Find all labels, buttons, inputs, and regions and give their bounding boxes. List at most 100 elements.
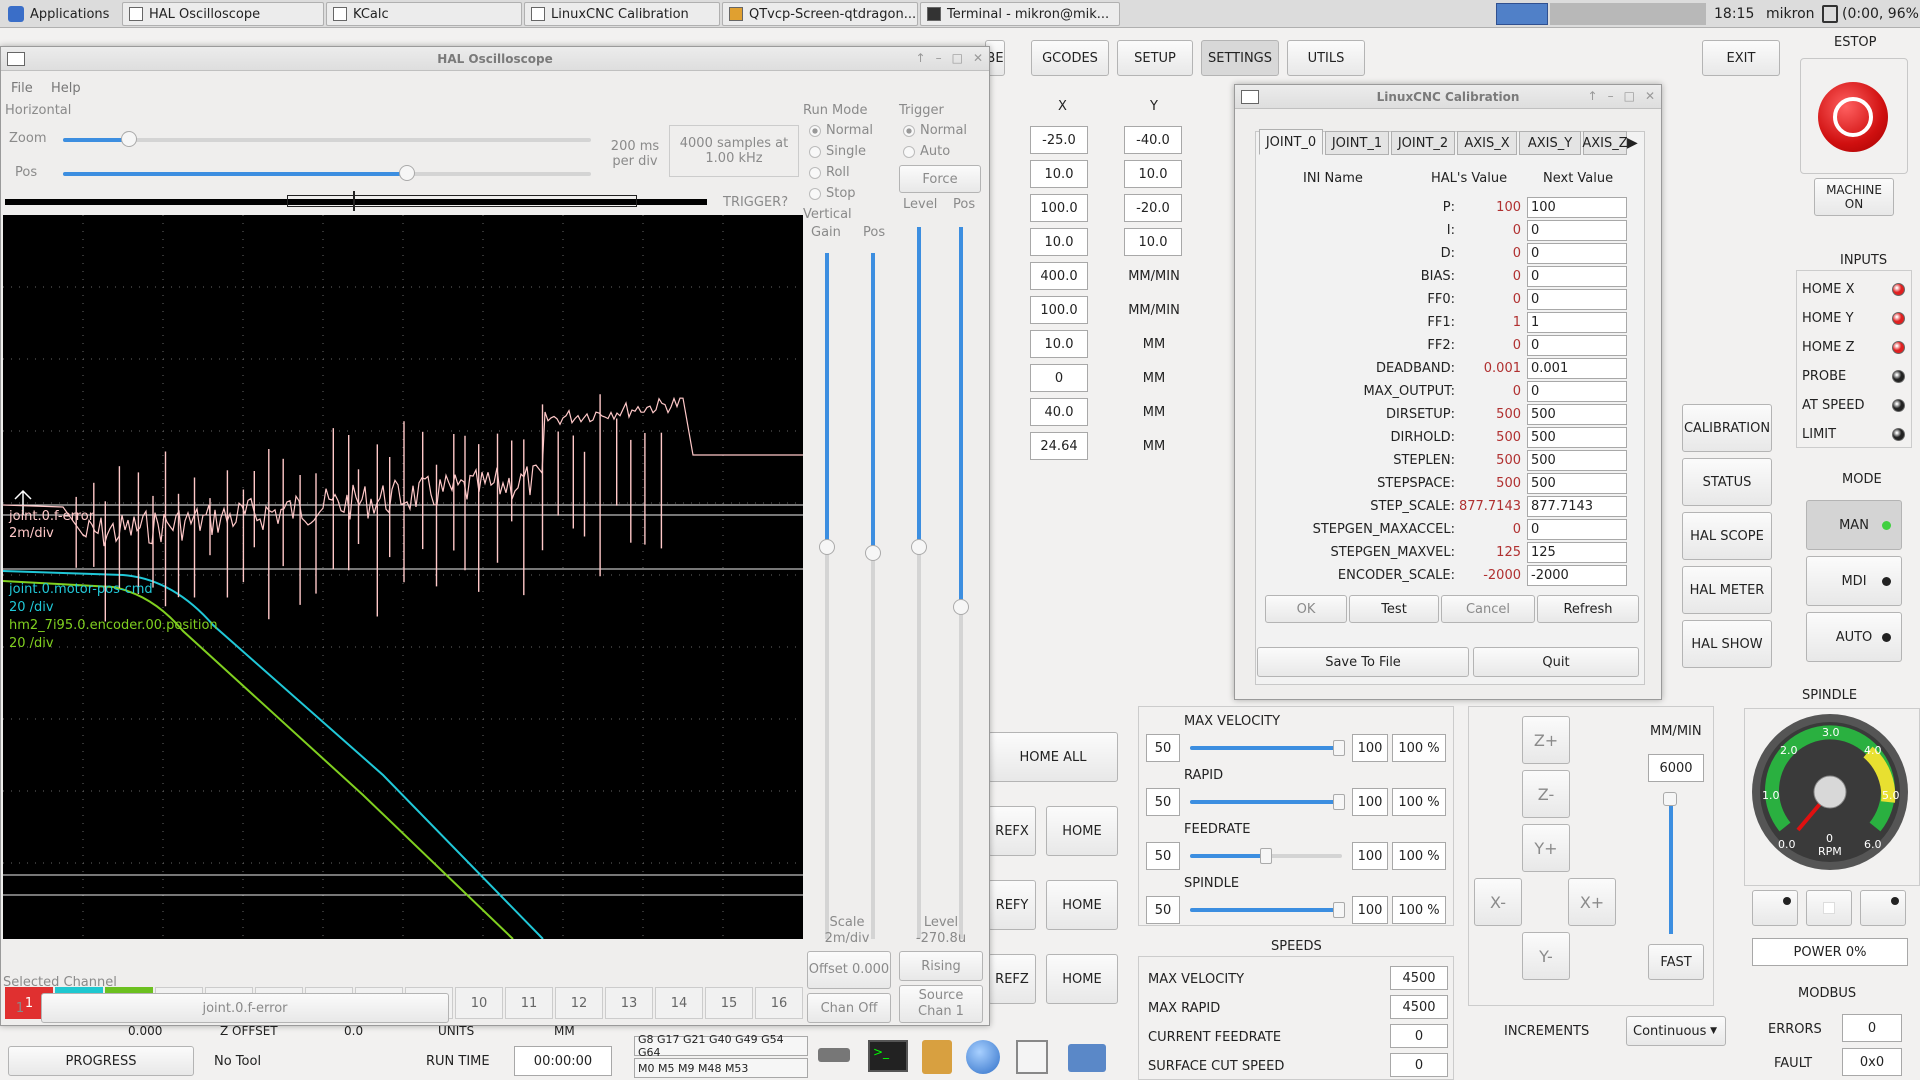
pos-slider[interactable]: [63, 172, 409, 176]
cal-next-value-input[interactable]: 100: [1527, 197, 1627, 218]
jog-z-plus-button[interactable]: Z+: [1522, 716, 1570, 764]
run-mode-normal[interactable]: Normal: [809, 123, 873, 138]
selected-channel-name[interactable]: joint.0.f-error: [41, 993, 449, 1023]
cal-next-value-input[interactable]: 877.7143: [1527, 496, 1627, 517]
estop-button[interactable]: [1818, 82, 1888, 152]
cal-next-value-input[interactable]: 0: [1527, 335, 1627, 356]
refz-button[interactable]: REFZ: [988, 954, 1036, 1004]
gain-slider[interactable]: [825, 253, 829, 545]
home-y-button[interactable]: HOME: [1046, 880, 1118, 930]
terminal-icon[interactable]: >_: [868, 1040, 908, 1072]
jog-x-plus-button[interactable]: X+: [1568, 878, 1616, 926]
cal-next-value-input[interactable]: 1: [1527, 312, 1627, 333]
clock[interactable]: 18:15: [1714, 6, 1754, 22]
save-to-file-button[interactable]: Save To File: [1257, 647, 1469, 677]
jog-y-minus-button[interactable]: Y-: [1522, 932, 1570, 980]
force-button[interactable]: Force: [899, 165, 981, 193]
workspace-switcher[interactable]: [1496, 3, 1548, 25]
home-z-button[interactable]: HOME: [1046, 954, 1118, 1004]
override-handle[interactable]: [1260, 848, 1272, 864]
spindle-stop-button[interactable]: [1806, 890, 1852, 926]
cancel-button[interactable]: Cancel: [1441, 595, 1535, 623]
tpos-handle[interactable]: [953, 599, 969, 615]
machine-on-button[interactable]: MACHINE ON: [1814, 178, 1894, 216]
setting-x-field[interactable]: 10.0: [1030, 330, 1088, 358]
setting-x-field[interactable]: 10.0: [1030, 228, 1088, 256]
cal-next-value-input[interactable]: 125: [1527, 542, 1627, 563]
spindle-fwd-button[interactable]: [1860, 890, 1906, 926]
channel-button[interactable]: 16: [755, 987, 803, 1019]
zoom-handle[interactable]: [121, 131, 137, 147]
jog-y-plus-button[interactable]: Y+: [1522, 824, 1570, 872]
cal-next-value-input[interactable]: 0: [1527, 381, 1627, 402]
cal-next-value-input[interactable]: 0: [1527, 243, 1627, 264]
run-mode-roll[interactable]: Roll: [809, 165, 850, 180]
side-button-hal-scope[interactable]: HAL SCOPE: [1682, 512, 1772, 560]
refresh-button[interactable]: Refresh: [1537, 595, 1639, 623]
cal-tab[interactable]: JOINT_0: [1259, 129, 1323, 155]
override-handle[interactable]: [1333, 794, 1345, 810]
setting-y-field[interactable]: 10.0: [1124, 228, 1182, 256]
setting-x-field[interactable]: 100.0: [1030, 194, 1088, 222]
tab-gcodes[interactable]: GCODES: [1031, 40, 1109, 76]
override-slider[interactable]: [1190, 908, 1339, 912]
source-button[interactable]: Source Chan 1: [899, 985, 983, 1023]
task-qtvcp-screen[interactable]: QTvcp-Screen-qtdragon...: [722, 2, 918, 26]
increments-select[interactable]: Continuous ▼: [1626, 1016, 1726, 1046]
tab-utils[interactable]: UTILS: [1287, 40, 1365, 76]
minimize-icon[interactable]: –: [1608, 89, 1614, 103]
cal-next-value-input[interactable]: 0: [1527, 519, 1627, 540]
task-linuxcnc-calibration[interactable]: LinuxCNC Calibration: [524, 2, 720, 26]
search-file-icon[interactable]: [1016, 1040, 1048, 1074]
tab-settings[interactable]: SETTINGS: [1201, 40, 1279, 76]
vpos-slider[interactable]: [871, 253, 875, 551]
task-hal-oscilloscope[interactable]: HAL Oscilloscope: [122, 2, 324, 26]
window-menu-icon[interactable]: [1241, 90, 1259, 104]
jog-x-minus-button[interactable]: X-: [1474, 878, 1522, 926]
applications-menu[interactable]: Applications: [2, 2, 120, 26]
close-icon[interactable]: ✕: [1645, 89, 1655, 103]
maximize-icon[interactable]: □: [952, 51, 963, 65]
cal-next-value-input[interactable]: 500: [1527, 450, 1627, 471]
setting-x-field[interactable]: 10.0: [1030, 160, 1088, 188]
cal-next-value-input[interactable]: 0.001: [1527, 358, 1627, 379]
cal-next-value-input[interactable]: 0: [1527, 220, 1627, 241]
offset-button[interactable]: Offset 0.000: [807, 951, 891, 989]
trigger-normal[interactable]: Normal: [903, 123, 967, 138]
mode-man-button[interactable]: MAN: [1806, 500, 1902, 550]
tpos-slider[interactable]: [959, 227, 963, 605]
task-kcalc[interactable]: KCalc: [326, 2, 522, 26]
mode-mdi-button[interactable]: MDI: [1806, 556, 1902, 606]
mode-auto-button[interactable]: AUTO: [1806, 612, 1902, 662]
exit-button[interactable]: EXIT: [1702, 40, 1780, 76]
setting-y-field[interactable]: 10.0: [1124, 160, 1182, 188]
setting-y-field[interactable]: -40.0: [1124, 126, 1182, 154]
channel-button[interactable]: 10: [455, 987, 503, 1019]
setting-x-field[interactable]: 40.0: [1030, 398, 1088, 426]
chan-off-button[interactable]: Chan Off: [807, 993, 891, 1023]
tab-scroll-right-icon[interactable]: ▶: [1627, 135, 1638, 151]
override-handle[interactable]: [1333, 902, 1345, 918]
maximize-icon[interactable]: □: [1624, 89, 1635, 103]
spindle-rev-button[interactable]: [1752, 890, 1798, 926]
cal-next-value-input[interactable]: -2000: [1527, 565, 1627, 586]
test-button[interactable]: Test: [1349, 595, 1439, 623]
setting-y-field[interactable]: -20.0: [1124, 194, 1182, 222]
tab-setup[interactable]: SETUP: [1117, 40, 1193, 76]
run-mode-single[interactable]: Single: [809, 144, 866, 159]
channel-button[interactable]: 11: [505, 987, 553, 1019]
cal-tab[interactable]: AXIS_Z: [1582, 131, 1628, 155]
close-icon[interactable]: ✕: [973, 51, 983, 65]
vpos-handle[interactable]: [865, 545, 881, 561]
side-button-status[interactable]: STATUS: [1682, 458, 1772, 506]
scope-titlebar[interactable]: HAL Oscilloscope: [1, 47, 989, 71]
keep-above-icon[interactable]: ↑: [1588, 89, 1598, 103]
cal-next-value-input[interactable]: 500: [1527, 473, 1627, 494]
menu-help[interactable]: Help: [51, 81, 81, 96]
level-handle[interactable]: [911, 539, 927, 555]
side-button-hal-show[interactable]: HAL SHOW: [1682, 620, 1772, 668]
cal-tab[interactable]: AXIS_X: [1457, 131, 1517, 155]
setting-x-field[interactable]: 24.64: [1030, 432, 1088, 460]
setting-x-field[interactable]: 400.0: [1030, 262, 1088, 290]
setting-x-field[interactable]: 100.0: [1030, 296, 1088, 324]
